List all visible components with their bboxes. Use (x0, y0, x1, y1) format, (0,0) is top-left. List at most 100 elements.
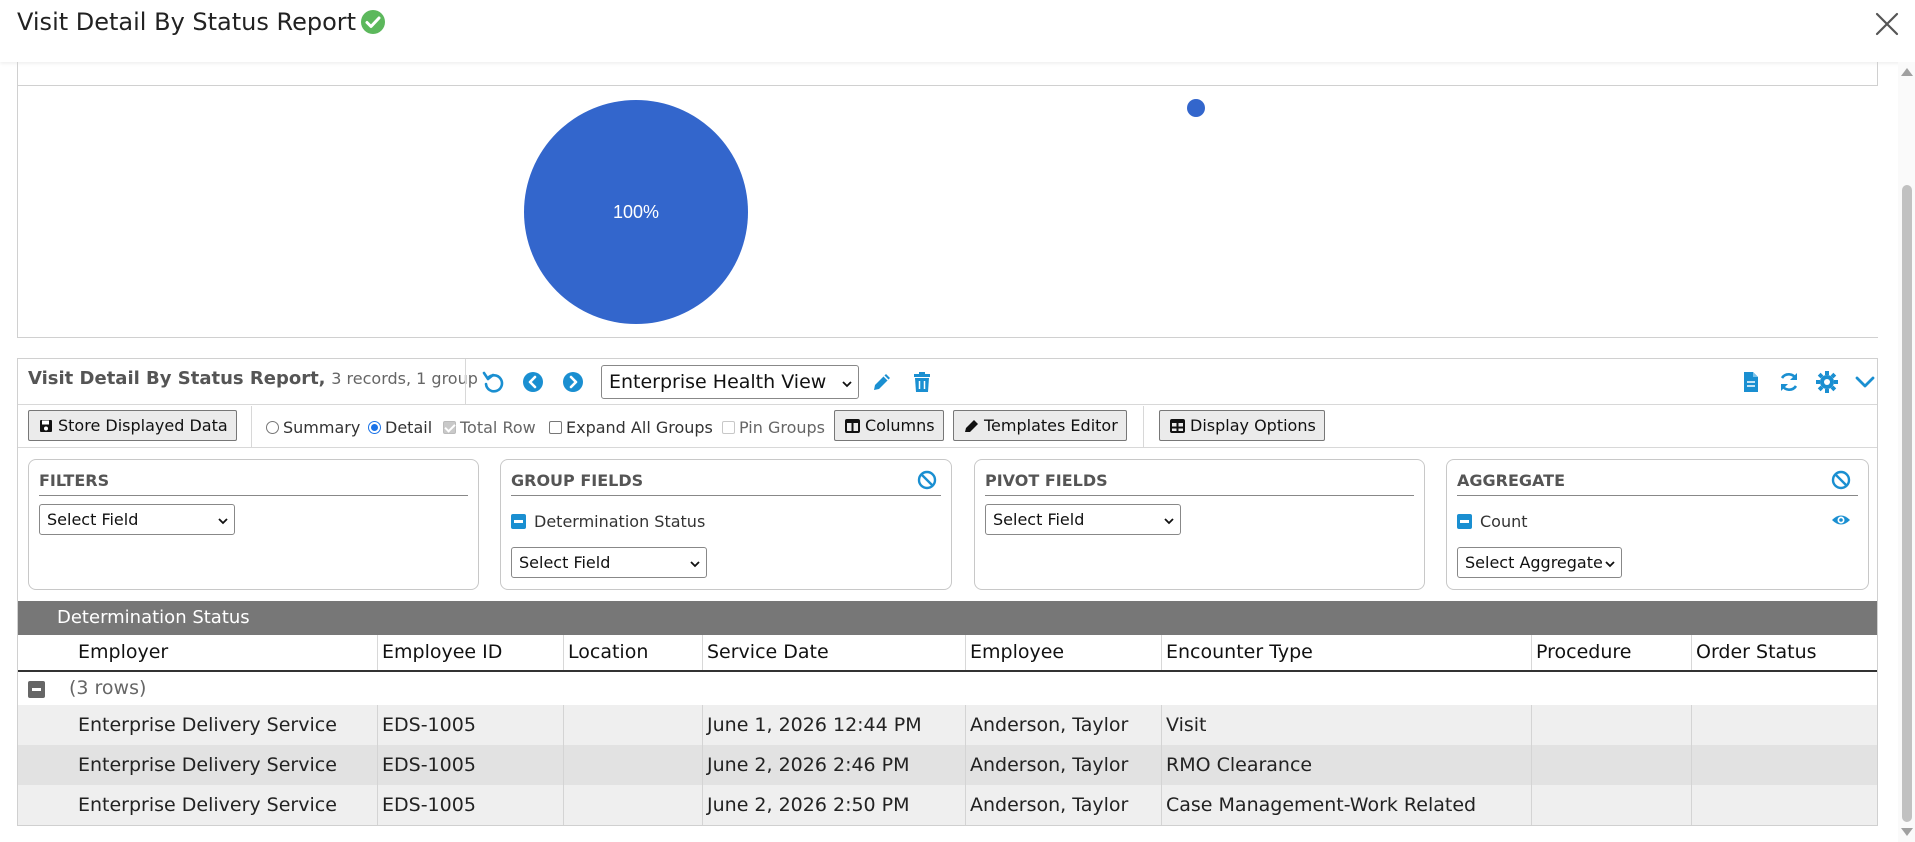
gear-icon[interactable] (1815, 370, 1839, 394)
column-header[interactable]: Employee (965, 635, 1161, 670)
scroll-down-arrow-icon[interactable] (1901, 828, 1913, 836)
group-fields-panel: GROUP FIELDS Determination Status Select… (500, 459, 952, 590)
summary-label: Summary (283, 418, 361, 437)
column-header[interactable]: Employee ID (377, 635, 563, 670)
group-row: (3 rows) (18, 672, 1877, 705)
detail-radio[interactable] (368, 421, 381, 434)
save-icon (40, 420, 52, 432)
table-cell: RMO Clearance (1161, 745, 1531, 785)
view-template-value: Enterprise Health View (609, 371, 827, 393)
summary-radio[interactable] (266, 421, 279, 434)
column-header[interactable]: Service Date (702, 635, 965, 670)
trash-icon[interactable] (910, 370, 934, 394)
table-cell (563, 705, 702, 745)
next-icon[interactable] (561, 370, 585, 394)
undo-icon[interactable] (481, 370, 505, 394)
table-cell: Anderson, Taylor (965, 785, 1161, 825)
group-field-item: Determination Status (511, 512, 705, 531)
table-cell: EDS-1005 (377, 785, 563, 825)
dialog-title: Visit Detail By Status Report (17, 8, 357, 36)
group-row-count: (3 rows) (69, 677, 147, 699)
clear-ban-icon[interactable] (917, 470, 937, 490)
total-row-option[interactable]: Total Row (443, 418, 536, 437)
templates-editor-label: Templates Editor (984, 416, 1118, 435)
total-row-label: Total Row (460, 418, 536, 437)
group-band-header[interactable]: Determination Status (18, 601, 1877, 635)
group-fields-title: GROUP FIELDS (511, 471, 941, 496)
report-name: Visit Detail By Status Report, (28, 368, 326, 389)
table-cell (1531, 745, 1691, 785)
column-header[interactable]: Encounter Type (1161, 635, 1531, 670)
table-cell (1691, 745, 1877, 785)
clear-ban-icon[interactable] (1831, 470, 1851, 490)
chevron-down-icon[interactable] (1853, 370, 1877, 394)
scroll-up-arrow-icon[interactable] (1901, 68, 1913, 76)
table-icon (1170, 419, 1185, 433)
close-icon[interactable] (1872, 9, 1902, 39)
expand-all-groups-label: Expand All Groups (566, 418, 713, 437)
aggregate-select[interactable]: Select Aggregate (1457, 547, 1622, 578)
table-row[interactable]: Enterprise Delivery Service EDS-1005 June … (18, 705, 1877, 745)
summary-option[interactable]: Summary (266, 418, 360, 437)
aggregate-title: AGGREGATE (1457, 471, 1858, 496)
remove-aggregate-icon[interactable] (1457, 514, 1472, 529)
table-row[interactable]: Enterprise Delivery Service EDS-1005 June … (18, 785, 1877, 825)
toolbar-divider (465, 359, 466, 405)
table-cell: Anderson, Taylor (965, 705, 1161, 745)
toolbar-divider (1143, 406, 1144, 447)
refresh-icon[interactable] (1777, 370, 1801, 394)
aggregate-item: Count (1457, 512, 1528, 531)
pie-chart: 100% (524, 99, 1205, 324)
chevron-down-icon (690, 561, 700, 568)
collapse-group-icon[interactable] (28, 681, 45, 698)
toolbar-divider (251, 406, 252, 447)
table-cell (563, 745, 702, 785)
table-cell: Case Management-Work Related (1161, 785, 1531, 825)
pin-groups-checkbox[interactable] (722, 421, 735, 434)
chevron-down-icon (1605, 561, 1615, 568)
column-headers: Employer Employee ID Location Service Date E… (18, 635, 1877, 672)
column-header[interactable]: Location (563, 635, 702, 670)
display-options-button[interactable]: Display Options (1159, 410, 1325, 441)
pivot-field-select[interactable]: Select Field (985, 504, 1181, 535)
table-cell (1691, 785, 1877, 825)
total-row-checkbox[interactable] (443, 421, 456, 434)
table-cell: June 2, 2026 2:50 PM (702, 785, 965, 825)
filters-title: FILTERS (39, 471, 468, 496)
pin-groups-option[interactable]: Pin Groups (722, 418, 825, 437)
columns-label: Columns (865, 416, 935, 435)
columns-button[interactable]: Columns (834, 410, 944, 441)
report-panel: Visit Detail By Status Report, 3 records… (17, 358, 1878, 826)
view-template-select[interactable]: Enterprise Health View (601, 365, 859, 399)
legend-marker[interactable] (1187, 99, 1205, 117)
table-cell: Anderson, Taylor (965, 745, 1161, 785)
table-cell: June 1, 2026 12:44 PM (702, 705, 965, 745)
aggregate-panel: AGGREGATE Count Select Aggregate (1446, 459, 1869, 590)
scrollbar-thumb[interactable] (1902, 185, 1912, 822)
table-cell: Enterprise Delivery Service (78, 794, 337, 816)
column-header[interactable]: Order Status (1691, 635, 1877, 670)
table-cell (1691, 705, 1877, 745)
pivot-field-value: Select Field (993, 510, 1085, 529)
table-row[interactable]: Enterprise Delivery Service EDS-1005 June … (18, 745, 1877, 785)
chevron-down-icon (842, 381, 852, 388)
document-icon[interactable] (1739, 370, 1763, 394)
column-header[interactable]: Employer (18, 635, 377, 670)
previous-icon[interactable] (521, 370, 545, 394)
remove-group-field-icon[interactable] (511, 514, 526, 529)
filters-field-select[interactable]: Select Field (39, 504, 235, 535)
group-field-select[interactable]: Select Field (511, 547, 707, 578)
chart-area: 100% (17, 86, 1878, 338)
columns-icon (845, 419, 860, 433)
store-displayed-data-label: Store Displayed Data (58, 416, 228, 435)
templates-editor-button[interactable]: Templates Editor (953, 410, 1127, 441)
eye-icon[interactable] (1831, 510, 1851, 530)
group-field-label: Determination Status (534, 512, 706, 531)
expand-all-groups-option[interactable]: Expand All Groups (549, 418, 713, 437)
dialog-header: Visit Detail By Status Report (0, 0, 1915, 62)
edit-pencil-icon[interactable] (870, 370, 894, 394)
column-header[interactable]: Procedure (1531, 635, 1691, 670)
detail-option[interactable]: Detail (368, 418, 432, 437)
expand-all-groups-checkbox[interactable] (549, 421, 562, 434)
store-displayed-data-button[interactable]: Store Displayed Data (28, 410, 237, 441)
